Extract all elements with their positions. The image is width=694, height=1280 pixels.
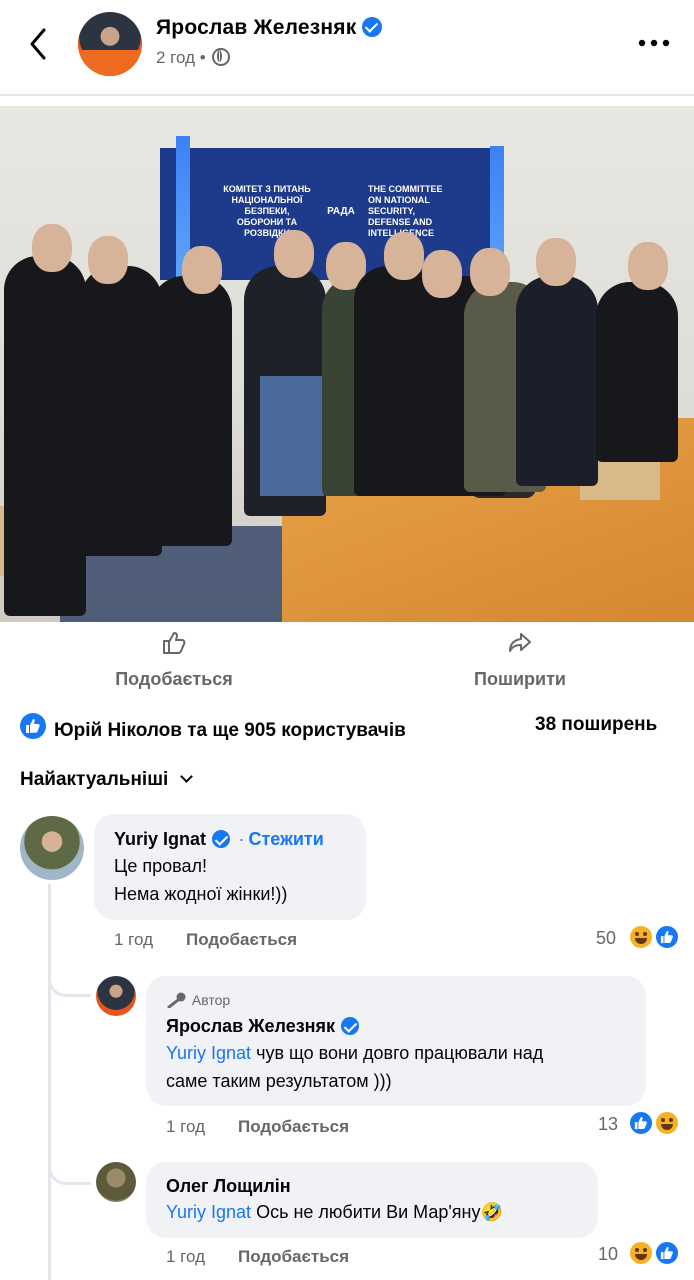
banner-text-en: THE COMMITTEE ON NATIONAL SECURITY, DEFE… <box>368 184 443 238</box>
commenter-name[interactable]: Yuriy Ignat <box>114 829 206 849</box>
commenter-name[interactable]: Ярослав Железняк <box>166 1016 335 1036</box>
haha-reaction-icon <box>654 1110 680 1136</box>
chevron-left-icon <box>30 28 46 60</box>
person-head <box>182 246 222 294</box>
author-name[interactable]: Ярослав Железняк <box>156 16 383 40</box>
post-like-button[interactable]: Подобається <box>96 630 252 690</box>
reaction-count[interactable]: 50 <box>596 928 616 949</box>
comment-text: Це провал! Нема жодної жінки!)) <box>114 852 287 908</box>
verified-badge-icon <box>341 1017 360 1035</box>
post-like-label: Подобається <box>115 669 233 689</box>
comment-line: Нема жодної жінки!)) <box>114 884 288 904</box>
post-photo[interactable]: КОМІТЕТ З ПИТАНЬ НАЦІОНАЛЬНОЇ БЕЗПЕКИ, О… <box>0 106 694 622</box>
reaction-icons[interactable] <box>628 1110 684 1136</box>
verified-badge-icon <box>362 17 383 37</box>
comment-like-button[interactable]: Подобається <box>238 1247 349 1267</box>
comment-header: Yuriy Ignat · Стежити <box>114 829 324 850</box>
haha-reaction-icon <box>628 1240 654 1266</box>
person-head <box>628 242 668 290</box>
person <box>516 276 598 486</box>
post-share-button[interactable]: Поширити <box>450 630 590 690</box>
author-avatar[interactable] <box>78 12 142 76</box>
share-arrow-icon <box>509 633 531 652</box>
more-dots-icon <box>638 39 670 47</box>
person <box>596 282 678 462</box>
person-head <box>88 236 128 284</box>
comment-like-button[interactable]: Подобається <box>186 930 297 950</box>
reactions-summary-text: Юрій Ніколов та ще 905 користувачів <box>54 720 406 741</box>
reaction-icons[interactable] <box>628 924 684 950</box>
meta-separator: • <box>199 48 206 67</box>
person <box>150 276 232 546</box>
post-meta: 2 год • <box>156 48 231 68</box>
jeans <box>260 376 324 496</box>
reaction-count[interactable]: 13 <box>598 1114 618 1135</box>
comment-text: Yuriy Ignat чув що вони довго працювали … <box>166 1039 638 1095</box>
post-share-label: Поширити <box>474 669 566 689</box>
follow-separator: · <box>238 829 245 849</box>
person <box>4 256 86 616</box>
thread-line <box>48 884 51 1280</box>
back-button[interactable] <box>22 24 58 64</box>
post-time: 2 год <box>156 48 196 67</box>
comment-sort-dropdown[interactable]: Найактуальніші <box>20 769 194 791</box>
thread-branch <box>48 962 91 997</box>
globe-icon <box>212 48 231 66</box>
more-options-button[interactable] <box>634 26 674 56</box>
author-tag: Автор <box>166 992 231 1009</box>
comment-time: 1 год <box>114 930 154 949</box>
comment-line: Yuriy Ignat чув що вони довго працювали … <box>166 1043 544 1063</box>
header-divider <box>0 94 694 96</box>
thread-branch <box>48 1150 91 1185</box>
person-head <box>384 232 424 280</box>
person-head <box>32 224 72 272</box>
reply-author-avatar[interactable] <box>96 976 136 1016</box>
shares-count[interactable]: 38 поширень <box>535 714 657 736</box>
comment-like-button[interactable]: Подобається <box>238 1117 349 1137</box>
comment-header: Ярослав Железняк <box>166 1016 360 1037</box>
commenter-avatar[interactable] <box>96 1162 136 1202</box>
microphone-author-icon <box>167 992 186 1009</box>
comment-time: 1 год <box>166 1117 206 1136</box>
mention-link[interactable]: Yuriy Ignat <box>166 1202 251 1222</box>
comment-line: саме таким результатом ))) <box>166 1071 392 1091</box>
like-reaction-icon <box>628 1110 654 1136</box>
like-reaction-icon <box>654 924 680 950</box>
haha-reaction-icon <box>628 924 654 950</box>
like-reaction-icon <box>20 713 46 739</box>
reactions-summary[interactable]: Юрій Ніколов та ще 905 користувачів <box>20 713 406 742</box>
banner-rada: РАДА <box>327 206 355 217</box>
person-head <box>536 238 576 286</box>
verified-badge-icon <box>212 830 231 848</box>
author-tag-label: Автор <box>191 992 231 1008</box>
follow-link[interactable]: Стежити <box>248 829 323 849</box>
commenter-avatar[interactable] <box>20 816 84 880</box>
person-head <box>274 230 314 278</box>
reaction-count[interactable]: 10 <box>598 1244 618 1265</box>
comment-line: Це провал! <box>114 856 207 876</box>
sort-label: Найактуальніші <box>20 769 169 790</box>
comment-time: 1 год <box>166 1247 206 1266</box>
person-head <box>422 250 462 298</box>
commenter-name[interactable]: Олег Лощилін <box>166 1176 291 1197</box>
chevron-down-icon <box>180 770 194 783</box>
mention-link[interactable]: Yuriy Ignat <box>166 1043 251 1063</box>
reaction-icons[interactable] <box>628 1240 684 1266</box>
thumbs-up-icon <box>163 632 186 654</box>
person-head <box>470 248 510 296</box>
like-reaction-icon <box>654 1240 680 1266</box>
comment-text: Yuriy Ignat Ось не любити Ви Мар'яну🤣 <box>166 1202 503 1222</box>
